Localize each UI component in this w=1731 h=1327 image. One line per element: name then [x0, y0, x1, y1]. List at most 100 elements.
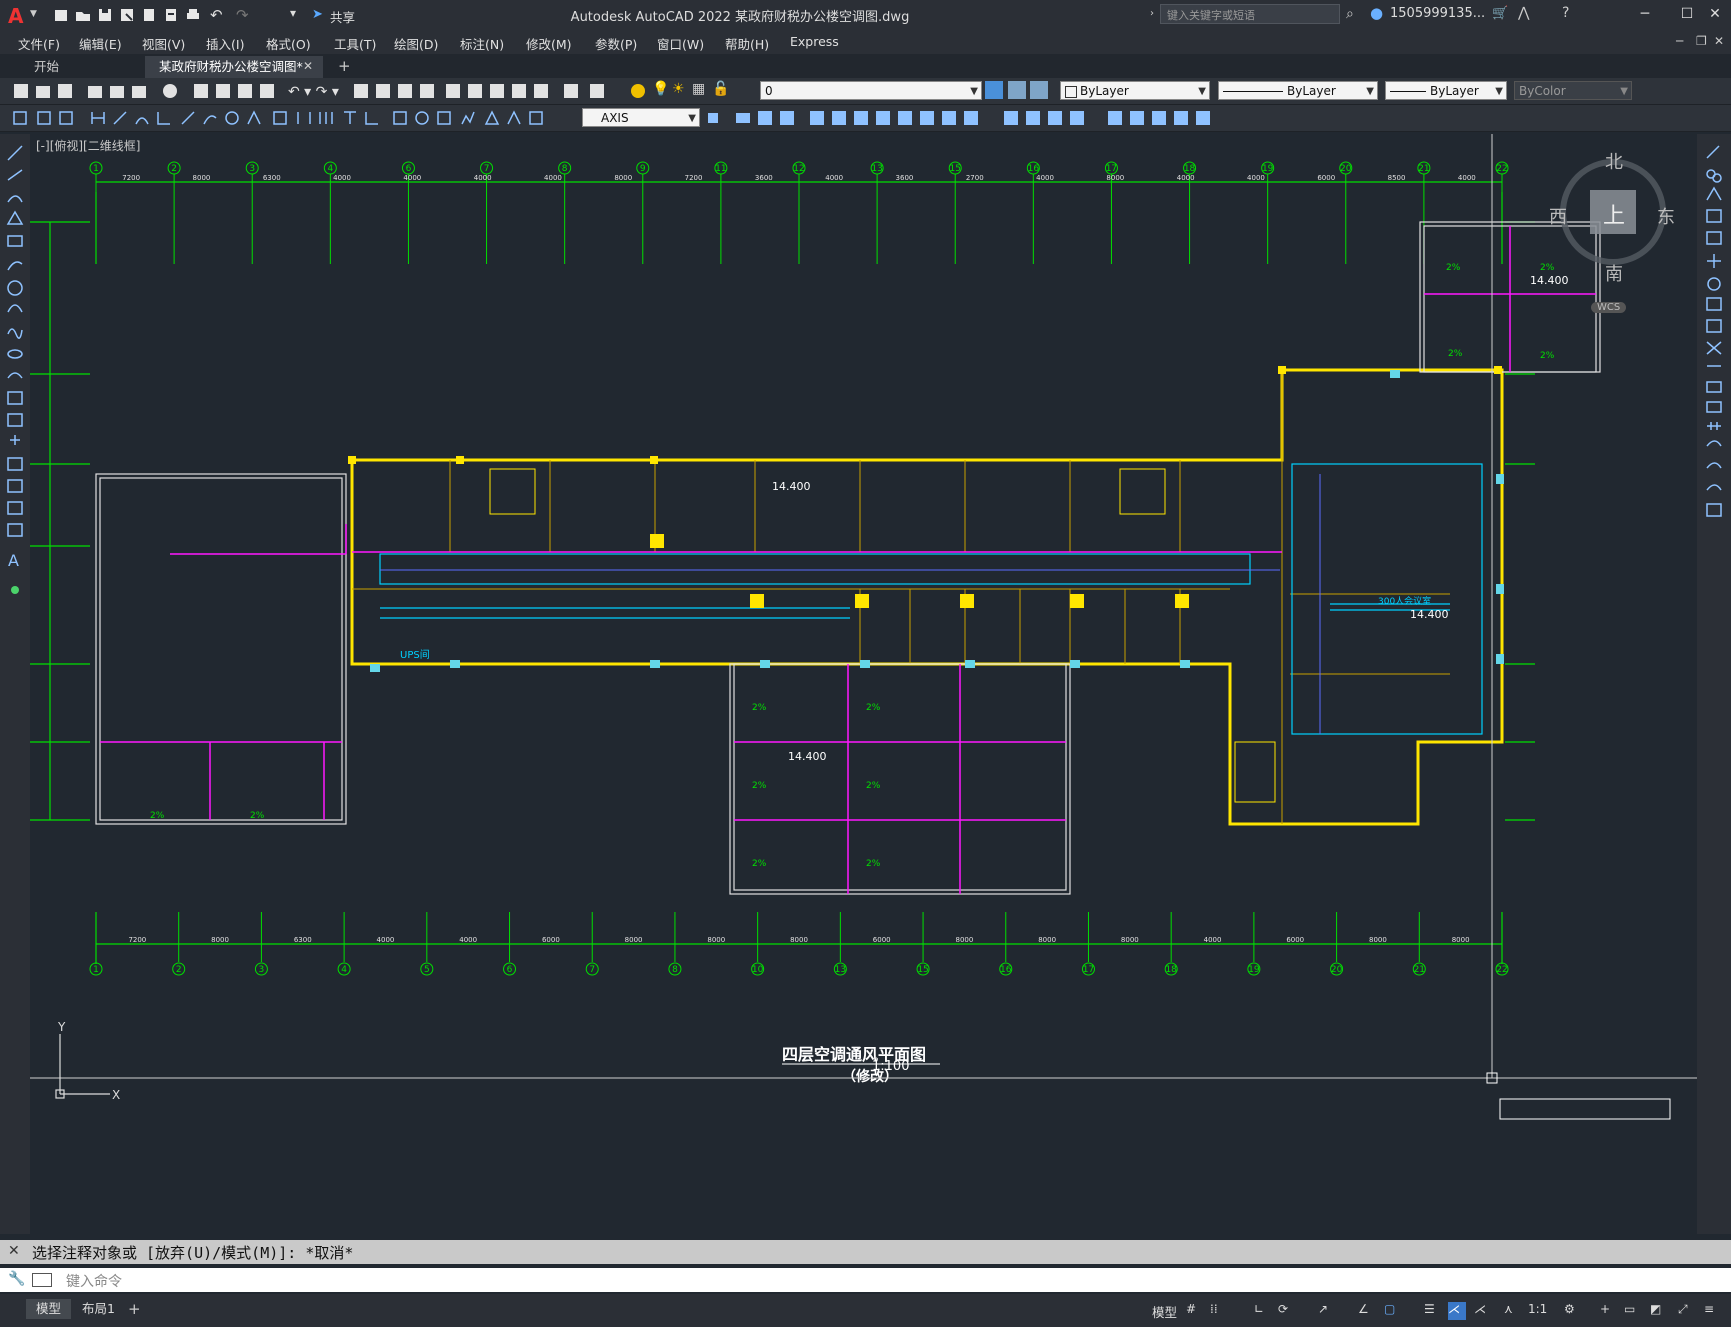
command-prompt-icon[interactable]	[32, 1273, 52, 1287]
app-menu-chevron-icon[interactable]: ▼	[30, 9, 37, 19]
doc-close-button[interactable]: ✕	[1714, 34, 1724, 48]
new-file-icon[interactable]	[52, 6, 70, 24]
axis-label: 8	[562, 164, 568, 174]
save-as-icon[interactable]	[118, 6, 136, 24]
tab-start[interactable]: 开始	[20, 56, 73, 78]
grid-icon[interactable]: #	[1186, 1302, 1204, 1320]
menu-help[interactable]: 帮助(H)	[725, 34, 769, 53]
menu-format[interactable]: 格式(O)	[266, 34, 311, 53]
ortho-icon[interactable]: ∟	[1254, 1302, 1272, 1320]
tab-close-icon[interactable]: ✕	[303, 59, 313, 73]
user-name[interactable]: 1505999135...	[1390, 6, 1485, 21]
search-input[interactable]: 键入关键字或短语	[1160, 4, 1340, 24]
wrench-icon[interactable]: 🔧	[8, 1271, 25, 1287]
dimension-label: 6000	[542, 936, 560, 944]
menu-dimension[interactable]: 标注(N)	[460, 34, 504, 53]
layer-lock-icon[interactable]: 🔓	[712, 81, 729, 97]
isodraft-icon[interactable]: ↗	[1318, 1302, 1336, 1320]
chevron-down-icon: ▼	[1495, 86, 1503, 97]
plot-icon[interactable]	[184, 6, 202, 24]
autocad-logo-icon[interactable]: A	[8, 4, 28, 28]
autoscale-icon[interactable]: ⋌	[1474, 1302, 1492, 1320]
save-web-icon[interactable]	[162, 6, 180, 24]
cart-icon[interactable]: 🛒	[1492, 6, 1508, 21]
minimize-button[interactable]: ─	[1634, 4, 1656, 24]
isolate-objects-icon[interactable]: ◩	[1650, 1302, 1668, 1320]
layer-on-icon[interactable]: 💡	[652, 81, 669, 97]
new-tab-icon[interactable]: +	[338, 57, 351, 75]
color-dropdown[interactable]: ByLayer ▼	[1060, 81, 1210, 100]
view-cube[interactable]: 北 西 东 南 上 WCS	[1549, 148, 1675, 313]
view-cube-west[interactable]: 西	[1549, 203, 1567, 229]
doc-minimize-button[interactable]: ─	[1676, 34, 1683, 48]
layer-dropdown[interactable]: 0 ▼	[760, 81, 982, 100]
open-file-icon[interactable]	[74, 6, 92, 24]
customize-status-icon[interactable]: ≡	[1704, 1302, 1722, 1320]
add-layout-icon[interactable]: +	[128, 1300, 141, 1318]
dimstyle-dropdown[interactable]: AXIS ▼	[582, 108, 700, 127]
customize-qat-icon[interactable]: ▾	[290, 6, 308, 24]
axis-label: 4	[327, 164, 333, 174]
workspace-gear-icon[interactable]: ⚙	[1564, 1302, 1582, 1320]
save-icon[interactable]	[96, 6, 114, 24]
open-web-icon[interactable]	[140, 6, 158, 24]
osnap-icon[interactable]: ▢	[1384, 1302, 1402, 1320]
close-window-button[interactable]: ✕	[1704, 4, 1726, 24]
layer-freeze-icon[interactable]: ☀	[672, 81, 685, 97]
menu-edit[interactable]: 编辑(E)	[79, 34, 122, 53]
polar-icon[interactable]: ⟳	[1278, 1302, 1296, 1320]
layer-match-icon[interactable]	[1008, 81, 1026, 99]
view-cube-top-face[interactable]: 上	[1603, 198, 1625, 230]
annotation-visibility-icon[interactable]: ⋌	[1448, 1302, 1466, 1320]
share-icon[interactable]: ➤	[312, 7, 323, 22]
command-line[interactable]: 🔧 键入命令	[0, 1268, 1731, 1292]
osnap-tracking-icon[interactable]: ∠	[1358, 1302, 1376, 1320]
make-current-layer-icon[interactable]	[985, 81, 1003, 99]
layer-previous-icon[interactable]	[1030, 81, 1048, 99]
annotation-scale-icon[interactable]: ⋏	[1504, 1302, 1522, 1320]
search-expand-icon[interactable]: ›	[1150, 8, 1154, 19]
user-icon[interactable]: ●	[1370, 4, 1383, 22]
units-icon[interactable]: ▭	[1624, 1302, 1642, 1320]
help-icon[interactable]: ?	[1562, 5, 1569, 21]
close-command-icon[interactable]: ✕	[8, 1243, 20, 1259]
menu-parametric[interactable]: 参数(P)	[595, 34, 637, 53]
command-input[interactable]: 键入命令	[66, 1271, 122, 1291]
annotation-monitor-icon[interactable]: +	[1600, 1302, 1618, 1320]
lineweight-dropdown[interactable]: ByLayer ▼	[1385, 81, 1507, 100]
maximize-button[interactable]: ☐	[1676, 4, 1698, 24]
annotation-scale-value[interactable]: 1:1	[1528, 1302, 1547, 1316]
view-cube-south[interactable]: 南	[1605, 260, 1623, 286]
fullscreen-icon[interactable]: ⤢	[1678, 1302, 1696, 1320]
snap-icon[interactable]: ⁞⁞	[1210, 1302, 1228, 1320]
view-cube-north[interactable]: 北	[1605, 148, 1623, 174]
layer-viewport-icon[interactable]: ▦	[692, 81, 705, 97]
drawing-canvas[interactable]: 14.400 14.400 14.400 14.400 2% 2% 2% 2% 2% 2%…	[30, 134, 1697, 1234]
layout-tab-model[interactable]: 模型	[26, 1299, 72, 1319]
layout-tab-1[interactable]: 布局1	[72, 1299, 125, 1319]
menu-file[interactable]: 文件(F)	[18, 34, 60, 53]
redo-icon[interactable]: ↷	[236, 6, 254, 24]
model-space-toggle[interactable]: 模型	[1152, 1302, 1177, 1321]
autodesk-a360-icon[interactable]: ⋀	[1518, 5, 1529, 21]
menu-view[interactable]: 视图(V)	[142, 34, 185, 53]
menu-tools[interactable]: 工具(T)	[334, 34, 376, 53]
menu-window[interactable]: 窗口(W)	[657, 34, 704, 53]
menu-express[interactable]: Express	[790, 34, 839, 49]
search-icon[interactable]: ⌕	[1346, 6, 1354, 22]
plotstyle-dropdown[interactable]: ByColor ▼	[1514, 81, 1632, 100]
viewport-controls-label[interactable]: [-][俯视][二维线框]	[36, 137, 140, 154]
menu-modify[interactable]: 修改(M)	[526, 34, 572, 53]
share-button[interactable]: 共享	[330, 7, 355, 26]
axis-label: 19	[1262, 164, 1274, 174]
menu-draw[interactable]: 绘图(D)	[394, 34, 438, 53]
wcs-menu-button[interactable]: WCS	[1591, 302, 1627, 313]
linetype-dropdown[interactable]: ByLayer ▼	[1218, 81, 1378, 100]
chevron-down-icon: ▼	[1620, 86, 1628, 97]
view-cube-east[interactable]: 东	[1657, 203, 1675, 229]
menu-insert[interactable]: 插入(I)	[206, 34, 244, 53]
tab-drawing[interactable]: 某政府财税办公楼空调图*	[145, 56, 323, 78]
lineweight-icon[interactable]: ☰	[1424, 1302, 1442, 1320]
undo-icon[interactable]: ↶	[210, 6, 228, 24]
doc-restore-button[interactable]: ❐	[1696, 34, 1707, 48]
